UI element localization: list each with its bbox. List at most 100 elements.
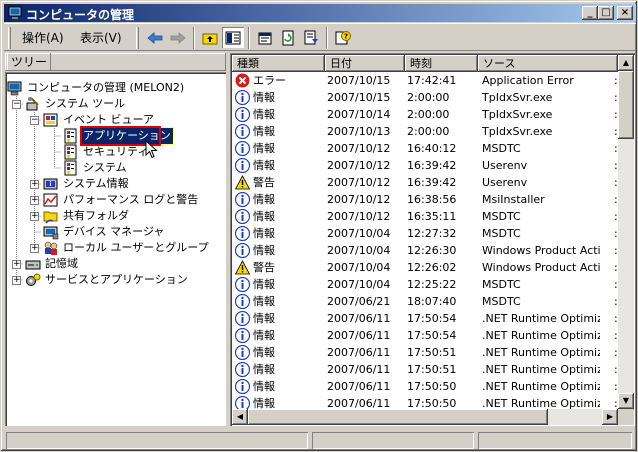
cell-source: .NET Runtime Optimiz... xyxy=(482,380,600,393)
cell-date: 2007/10/04 xyxy=(327,278,391,291)
info-icon xyxy=(235,226,250,241)
refresh-button[interactable] xyxy=(277,27,299,48)
cell-type: 情報 xyxy=(253,312,275,325)
tree-pane[interactable]: コンピュータの管理 (MELON2) − システム ツール − イベント ビュー… xyxy=(5,72,226,426)
toolbar-grip-2[interactable] xyxy=(136,27,139,49)
column-header-source[interactable]: ソース xyxy=(478,55,618,72)
cell-source: .NET Runtime Optimiz... xyxy=(482,363,600,376)
table-row[interactable]: 情報 2007/10/04 12:27:32 MSDTC: xyxy=(232,225,618,242)
tree-label: サービスとアプリケーション xyxy=(45,273,188,286)
table-row[interactable]: 情報 2007/06/21 18:07:40 MSDTC: xyxy=(232,293,618,310)
tree-node-security[interactable]: セキュリティ xyxy=(63,144,183,160)
column-header-type[interactable]: 種類 xyxy=(232,55,325,72)
scroll-up-button[interactable]: ▲ xyxy=(618,55,634,71)
info-icon xyxy=(235,294,250,309)
vertical-scrollbar[interactable]: ▲ ▼ xyxy=(618,55,634,409)
table-row[interactable]: 情報 2007/10/12 16:38:56 MsiInstaller: xyxy=(232,191,618,208)
minimize-button[interactable]: _ xyxy=(582,6,598,20)
cell-time: 12:25:22 xyxy=(407,278,457,291)
tree-expander-services[interactable]: + xyxy=(12,276,21,285)
table-row[interactable]: 情報 2007/06/11 17:50:54 .NET Runtime Optimiz… xyxy=(232,327,618,344)
vertical-scroll-thumb[interactable] xyxy=(618,71,634,139)
cell-source: Windows Product Acti... xyxy=(482,261,600,274)
table-row[interactable]: 情報 2007/06/11 17:50:50 .NET Runtime Optimiz… xyxy=(232,378,618,395)
table-row[interactable]: 警告 2007/10/12 16:39:42 Userenv: xyxy=(232,174,618,191)
scroll-right-button[interactable]: ▶ xyxy=(602,409,618,425)
scroll-down-button[interactable]: ▼ xyxy=(618,393,634,409)
tree-node-services-applications[interactable]: サービスとアプリケーション xyxy=(25,272,220,288)
column-header-date[interactable]: 日付 xyxy=(325,55,405,72)
cell-time: 16:38:56 xyxy=(407,193,457,206)
table-row[interactable]: 情報 2007/10/04 12:25:22 MSDTC: xyxy=(232,276,618,293)
title-bar[interactable]: コンピュータの管理 _ □ × xyxy=(4,4,636,22)
tree-node-storage[interactable]: 記憶域 xyxy=(25,256,205,272)
info-icon xyxy=(235,192,250,207)
tree-label: システム情報 xyxy=(63,177,129,190)
cell-date: 2007/10/12 xyxy=(327,159,391,172)
window-title: コンピュータの管理 xyxy=(26,8,135,22)
cell-time: 16:39:42 xyxy=(407,159,457,172)
horizontal-scroll-thumb[interactable] xyxy=(248,409,548,425)
menu-action[interactable]: 操作(A) xyxy=(18,29,68,47)
tree-node-system-info[interactable]: i システム情報 xyxy=(43,176,203,192)
cell-type: 情報 xyxy=(253,159,275,172)
help-button[interactable]: ? xyxy=(332,27,354,48)
tree-expander-local-users[interactable]: + xyxy=(30,244,39,253)
table-row[interactable]: 情報 2007/10/12 16:39:42 Userenv: xyxy=(232,157,618,174)
scroll-left-button[interactable]: ◀ xyxy=(232,409,248,425)
tree-expander-system-tools[interactable]: − xyxy=(12,100,21,109)
tree-expander-event-viewer[interactable]: − xyxy=(30,116,39,125)
tree-expander-performance[interactable]: + xyxy=(30,196,39,205)
table-row[interactable]: 情報 2007/10/15 2:00:00 TpIdxSvr.exe: xyxy=(232,89,618,106)
table-row[interactable]: 情報 2007/06/11 17:50:51 .NET Runtime Optimiz… xyxy=(232,344,618,361)
cell-type: 情報 xyxy=(253,142,275,155)
cell-date: 2007/06/11 xyxy=(327,380,391,393)
tree-node-device-manager[interactable]: デバイス マネージャ xyxy=(43,224,203,240)
back-button[interactable] xyxy=(144,27,166,48)
table-row[interactable]: 情報 2007/10/04 12:26:30 Windows Product Acti… xyxy=(232,242,618,259)
tree-node-shared-folders[interactable]: 共有フォルダ xyxy=(43,208,203,224)
tree-node-performance-logs[interactable]: パフォーマンス ログと警告 xyxy=(43,192,223,208)
tree-node-system-tools[interactable]: システム ツール xyxy=(25,96,205,112)
table-row[interactable]: 情報 2007/06/11 17:50:51 .NET Runtime Optimiz… xyxy=(232,361,618,378)
event-list-pane[interactable]: 種類 日付 時刻 ソース エラー 2007/10/15 17:42:41 Applic… xyxy=(230,53,635,426)
scroll-down-arrow-icon: ▼ xyxy=(622,396,630,405)
mouse-cursor-icon xyxy=(145,140,158,159)
cell-source: .NET Runtime Optimiz... xyxy=(482,329,600,342)
table-row[interactable]: 警告 2007/10/04 12:26:02 Windows Product Acti… xyxy=(232,259,618,276)
tree-node-local-users[interactable]: ローカル ユーザーとグループ xyxy=(43,240,223,256)
table-row[interactable]: 情報 2007/10/14 2:00:00 TpIdxSvr.exe: xyxy=(232,106,618,123)
maximize-button[interactable]: □ xyxy=(598,6,614,20)
tree-node-computer-management[interactable]: コンピュータの管理 (MELON2) xyxy=(7,80,207,96)
forward-button[interactable] xyxy=(167,27,189,48)
toolbar-separator-3 xyxy=(326,27,328,49)
tree-tab[interactable]: ツリー xyxy=(7,53,52,71)
cell-source: MsiInstaller xyxy=(482,193,545,206)
minimize-icon: _ xyxy=(587,7,593,18)
close-button[interactable]: × xyxy=(617,6,633,20)
show-hide-tree-button[interactable] xyxy=(222,27,244,48)
column-header-time[interactable]: 時刻 xyxy=(405,55,478,72)
export-list-button[interactable] xyxy=(300,27,322,48)
tree-expander-storage[interactable]: + xyxy=(12,260,21,269)
up-one-level-button[interactable] xyxy=(199,27,221,48)
properties-button[interactable] xyxy=(254,27,276,48)
menu-view[interactable]: 表示(V) xyxy=(76,29,126,47)
tree-node-system[interactable]: システム xyxy=(63,160,183,176)
status-panel-2 xyxy=(312,432,474,449)
tree-toggle-icon xyxy=(225,31,241,44)
toolbar-grip[interactable] xyxy=(8,27,11,49)
tree-expander-shared-folders[interactable]: + xyxy=(30,212,39,221)
table-row[interactable]: エラー 2007/10/15 17:42:41 Application Error: xyxy=(232,72,618,89)
cell-date: 2007/06/11 xyxy=(327,329,391,342)
tree-expander-system-info[interactable]: + xyxy=(30,180,39,189)
cell-date: 2007/10/15 xyxy=(327,74,391,87)
horizontal-scrollbar[interactable]: ◀ ▶ xyxy=(232,409,618,425)
table-row[interactable]: 情報 2007/10/12 16:40:12 MSDTC: xyxy=(232,140,618,157)
cell-date: 2007/10/04 xyxy=(327,244,391,257)
cell-source: MSDTC xyxy=(482,278,521,291)
table-row[interactable]: 情報 2007/06/11 17:50:54 .NET Runtime Optimiz… xyxy=(232,310,618,327)
table-row[interactable]: 情報 2007/10/12 16:35:11 MSDTC: xyxy=(232,208,618,225)
toolbar: 操作(A) 表示(V) ? xyxy=(4,23,636,51)
table-row[interactable]: 情報 2007/10/13 2:00:00 TpIdxSvr.exe: xyxy=(232,123,618,140)
